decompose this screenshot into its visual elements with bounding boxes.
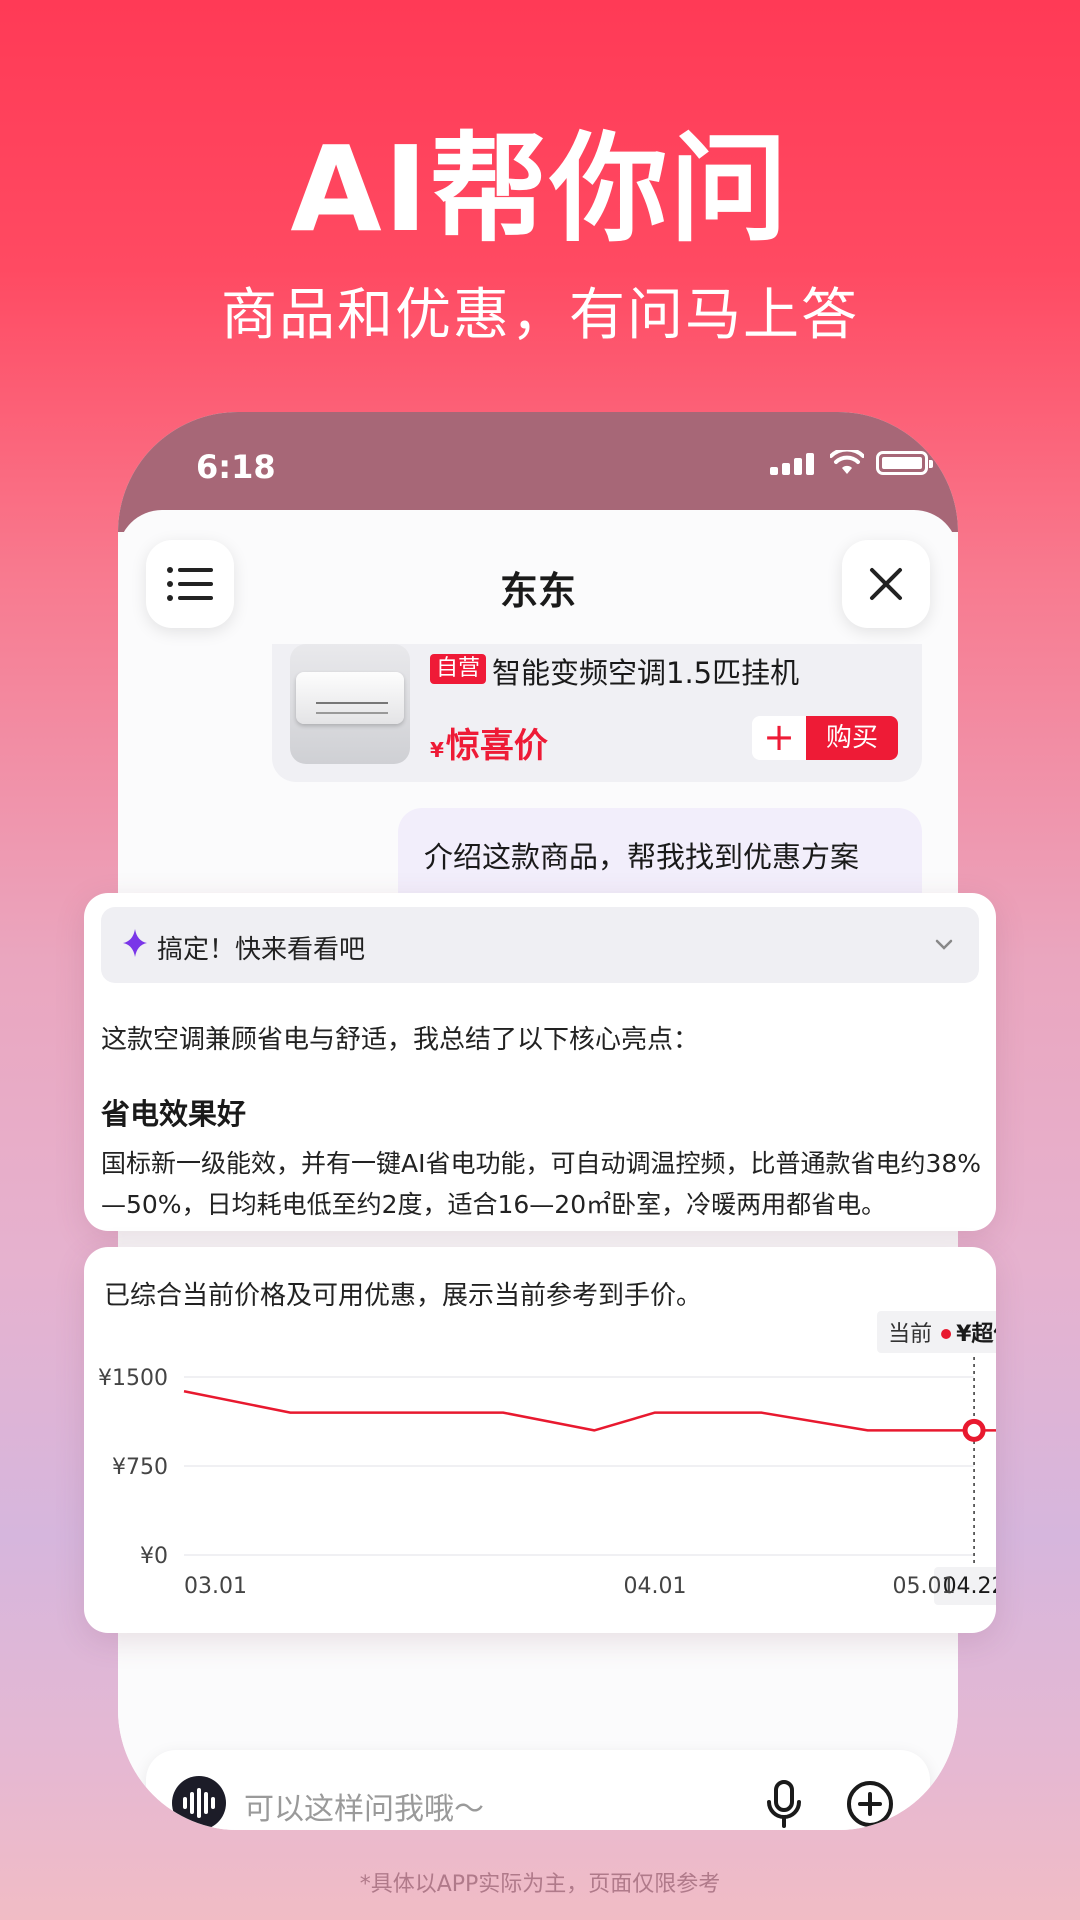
chevron-down-icon[interactable] bbox=[933, 933, 955, 955]
product-image bbox=[290, 644, 410, 764]
sparkle-icon bbox=[123, 929, 147, 957]
battery-icon bbox=[876, 451, 933, 475]
current-label: 当前 bbox=[888, 1322, 932, 1347]
chat-input[interactable]: 可以这样问我哦～ bbox=[244, 1784, 484, 1828]
close-icon bbox=[870, 568, 902, 600]
microphone-icon[interactable] bbox=[766, 1780, 802, 1828]
current-dot-icon bbox=[941, 1329, 952, 1339]
product-card[interactable]: 自营 智能变频空调1.5匹挂机 ¥惊喜价 + 购买 bbox=[272, 644, 922, 782]
product-price: ¥惊喜价 bbox=[430, 718, 548, 767]
status-time: 6:18 bbox=[196, 448, 276, 486]
y-tick-label: ¥750 bbox=[112, 1455, 168, 1480]
x-tick-label: 05.01 bbox=[893, 1574, 956, 1599]
x-tick-label: 03.01 bbox=[184, 1574, 247, 1599]
self-operated-badge: 自营 bbox=[430, 654, 487, 684]
price-trend-chart: ¥1500¥750¥0当前¥超值价03.0104.0104.2205.01 bbox=[98, 1311, 996, 1605]
price-line bbox=[183, 1390, 996, 1432]
y-tick-label: ¥1500 bbox=[98, 1366, 168, 1391]
chat-title: 东东 bbox=[499, 569, 576, 613]
plus-circle-icon[interactable] bbox=[846, 1780, 894, 1828]
price-trend-card: 已综合当前价格及可用优惠，展示当前参考到手价。 ¥1500¥750¥0当前¥超值… bbox=[84, 1247, 996, 1633]
buy-button[interactable]: 购买 bbox=[806, 716, 898, 760]
answer-status-text: 搞定！快来看看吧 bbox=[157, 935, 366, 965]
answer-status-bar[interactable]: 搞定！快来看看吧 bbox=[101, 907, 979, 983]
currency-symbol: ¥ bbox=[430, 738, 444, 762]
chat-input-bar: 可以这样问我哦～ bbox=[146, 1750, 930, 1830]
hero-title: AI帮你问 bbox=[290, 120, 790, 258]
current-value-label: ¥超值价 bbox=[956, 1321, 996, 1347]
y-tick-label: ¥0 bbox=[140, 1544, 168, 1569]
user-message-text: 介绍这款商品，帮我找到优惠方案 bbox=[424, 840, 860, 874]
current-point-marker bbox=[962, 1418, 986, 1442]
hero-subtitle: 商品和优惠，有问马上答 bbox=[221, 283, 859, 348]
close-button[interactable] bbox=[842, 540, 930, 628]
add-to-cart-button[interactable]: + bbox=[752, 716, 806, 760]
product-name: 智能变频空调1.5匹挂机 bbox=[492, 656, 800, 690]
wifi-icon bbox=[830, 450, 864, 474]
answer-heading: 省电效果好 bbox=[101, 1097, 247, 1131]
signal-icon bbox=[770, 451, 818, 475]
answer-intro: 这款空调兼顾省电与舒适，我总结了以下核心亮点： bbox=[101, 1025, 700, 1055]
status-icons bbox=[770, 450, 933, 476]
price-label: 惊喜价 bbox=[445, 726, 548, 766]
ai-answer-card: 搞定！快来看看吧 这款空调兼顾省电与舒适，我总结了以下核心亮点： 省电效果好 国… bbox=[84, 893, 996, 1231]
answer-body: 国标新一级能效，并有一键AI省电功能，可自动调温控频，比普通款省电约38%—50… bbox=[101, 1149, 982, 1219]
user-message-bubble: 介绍这款商品，帮我找到优惠方案 bbox=[398, 808, 922, 898]
disclaimer: *具体以APP实际为主，页面仅限参考 bbox=[359, 1872, 721, 1897]
voice-wave-icon[interactable] bbox=[172, 1776, 226, 1830]
x-tick-label: 04.01 bbox=[624, 1574, 687, 1599]
